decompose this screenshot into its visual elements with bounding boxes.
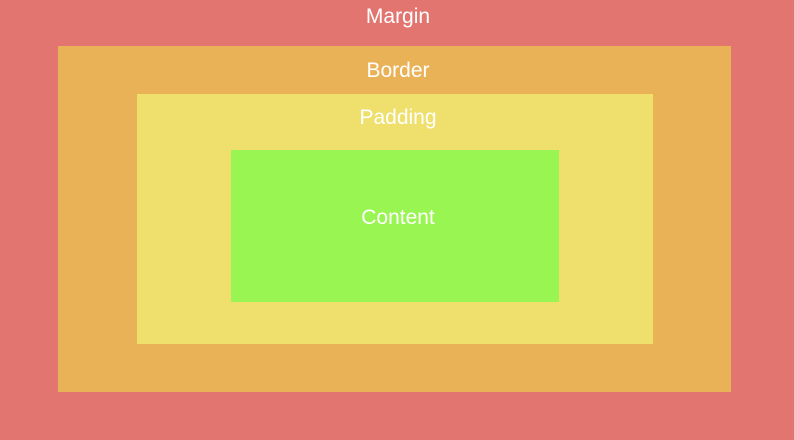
border-label: Border: [366, 59, 430, 82]
padding-label: Padding: [359, 106, 437, 129]
content-label: Content: [361, 206, 435, 229]
margin-label: Margin: [365, 5, 431, 28]
